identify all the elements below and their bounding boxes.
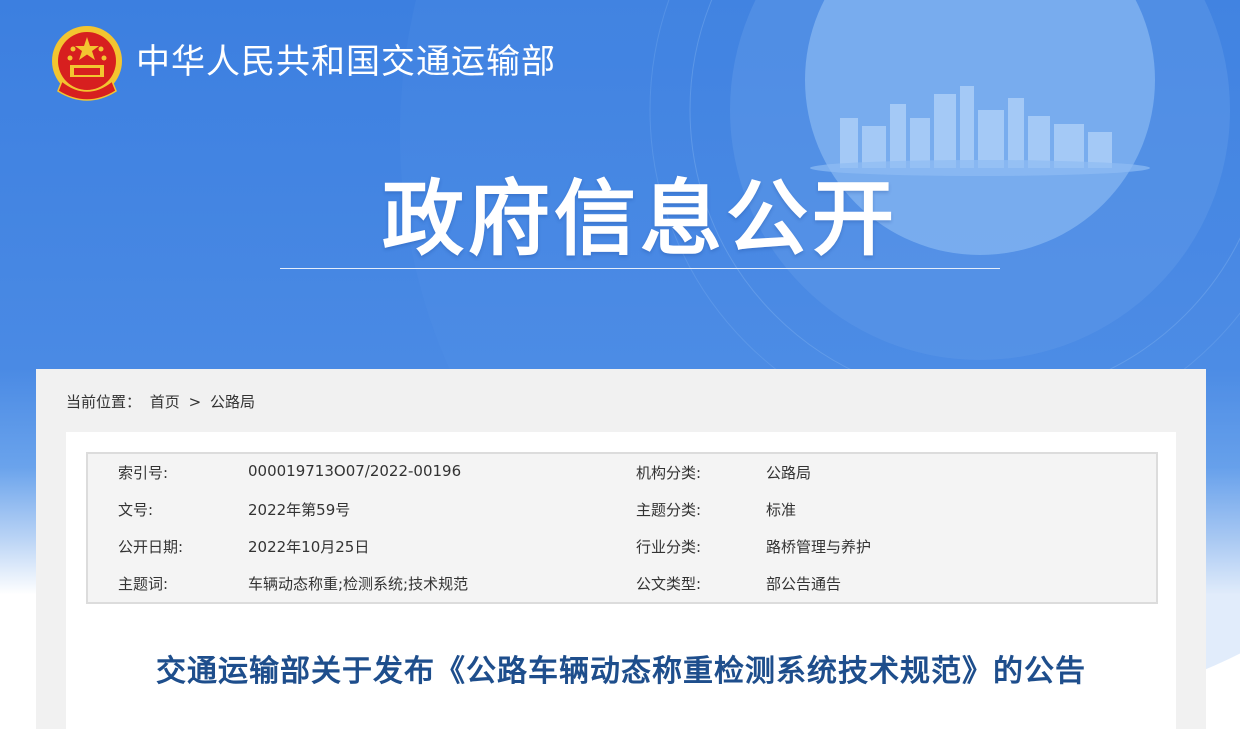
industry-label: 行业分类:	[636, 538, 702, 556]
keywords-value: 车辆动态称重;检测系统;技术规范	[248, 575, 469, 593]
breadcrumb: 当前位置： 首页 > 公路局	[66, 391, 259, 412]
index-label: 索引号:	[118, 464, 169, 482]
page-heading: 政府信息公开	[381, 172, 898, 267]
breadcrumb-home-link[interactable]: 首页	[150, 393, 180, 411]
national-emblem-icon	[52, 26, 122, 101]
site-title[interactable]: 中华人民共和国交通运输部	[136, 40, 556, 84]
metadata-row: 索引号: 000019713O07/2022-00196 机构分类: 公路局	[88, 454, 1156, 491]
org-value: 公路局	[766, 464, 812, 482]
date-label: 公开日期:	[118, 538, 184, 556]
doc-type-value: 部公告通告	[766, 575, 842, 593]
topic-label: 主题分类:	[636, 501, 702, 519]
breadcrumb-separator: >	[188, 393, 202, 411]
industry-value: 路桥管理与养护	[766, 538, 872, 556]
content-panel: 当前位置： 首页 > 公路局 索引号: 000019713O07/2022-00…	[36, 369, 1206, 752]
org-label: 机构分类:	[636, 464, 702, 482]
topic-value: 标准	[766, 501, 797, 519]
metadata-row: 文号: 2022年第59号 主题分类: 标准	[88, 491, 1156, 528]
doc-type-label: 公文类型:	[636, 575, 702, 593]
doc-no-label: 文号:	[118, 501, 154, 519]
heading-divider	[280, 268, 1000, 269]
metadata-table: 索引号: 000019713O07/2022-00196 机构分类: 公路局 文…	[86, 452, 1158, 604]
breadcrumb-current-link[interactable]: 公路局	[210, 393, 255, 411]
article-title: 交通运输部关于发布《公路车辆动态称重检测系统技术规范》的公告	[156, 654, 1086, 689]
keywords-label: 主题词:	[118, 575, 169, 593]
doc-no-value: 2022年第59号	[248, 501, 351, 519]
date-value: 2022年10月25日	[248, 538, 370, 556]
article-card: 索引号: 000019713O07/2022-00196 机构分类: 公路局 文…	[66, 432, 1176, 752]
metadata-row: 主题词: 车辆动态称重;检测系统;技术规范 公文类型: 部公告通告	[88, 565, 1156, 602]
index-value: 000019713O07/2022-00196	[248, 462, 462, 480]
breadcrumb-label: 当前位置：	[66, 393, 142, 411]
metadata-row: 公开日期: 2022年10月25日 行业分类: 路桥管理与养护	[88, 528, 1156, 565]
